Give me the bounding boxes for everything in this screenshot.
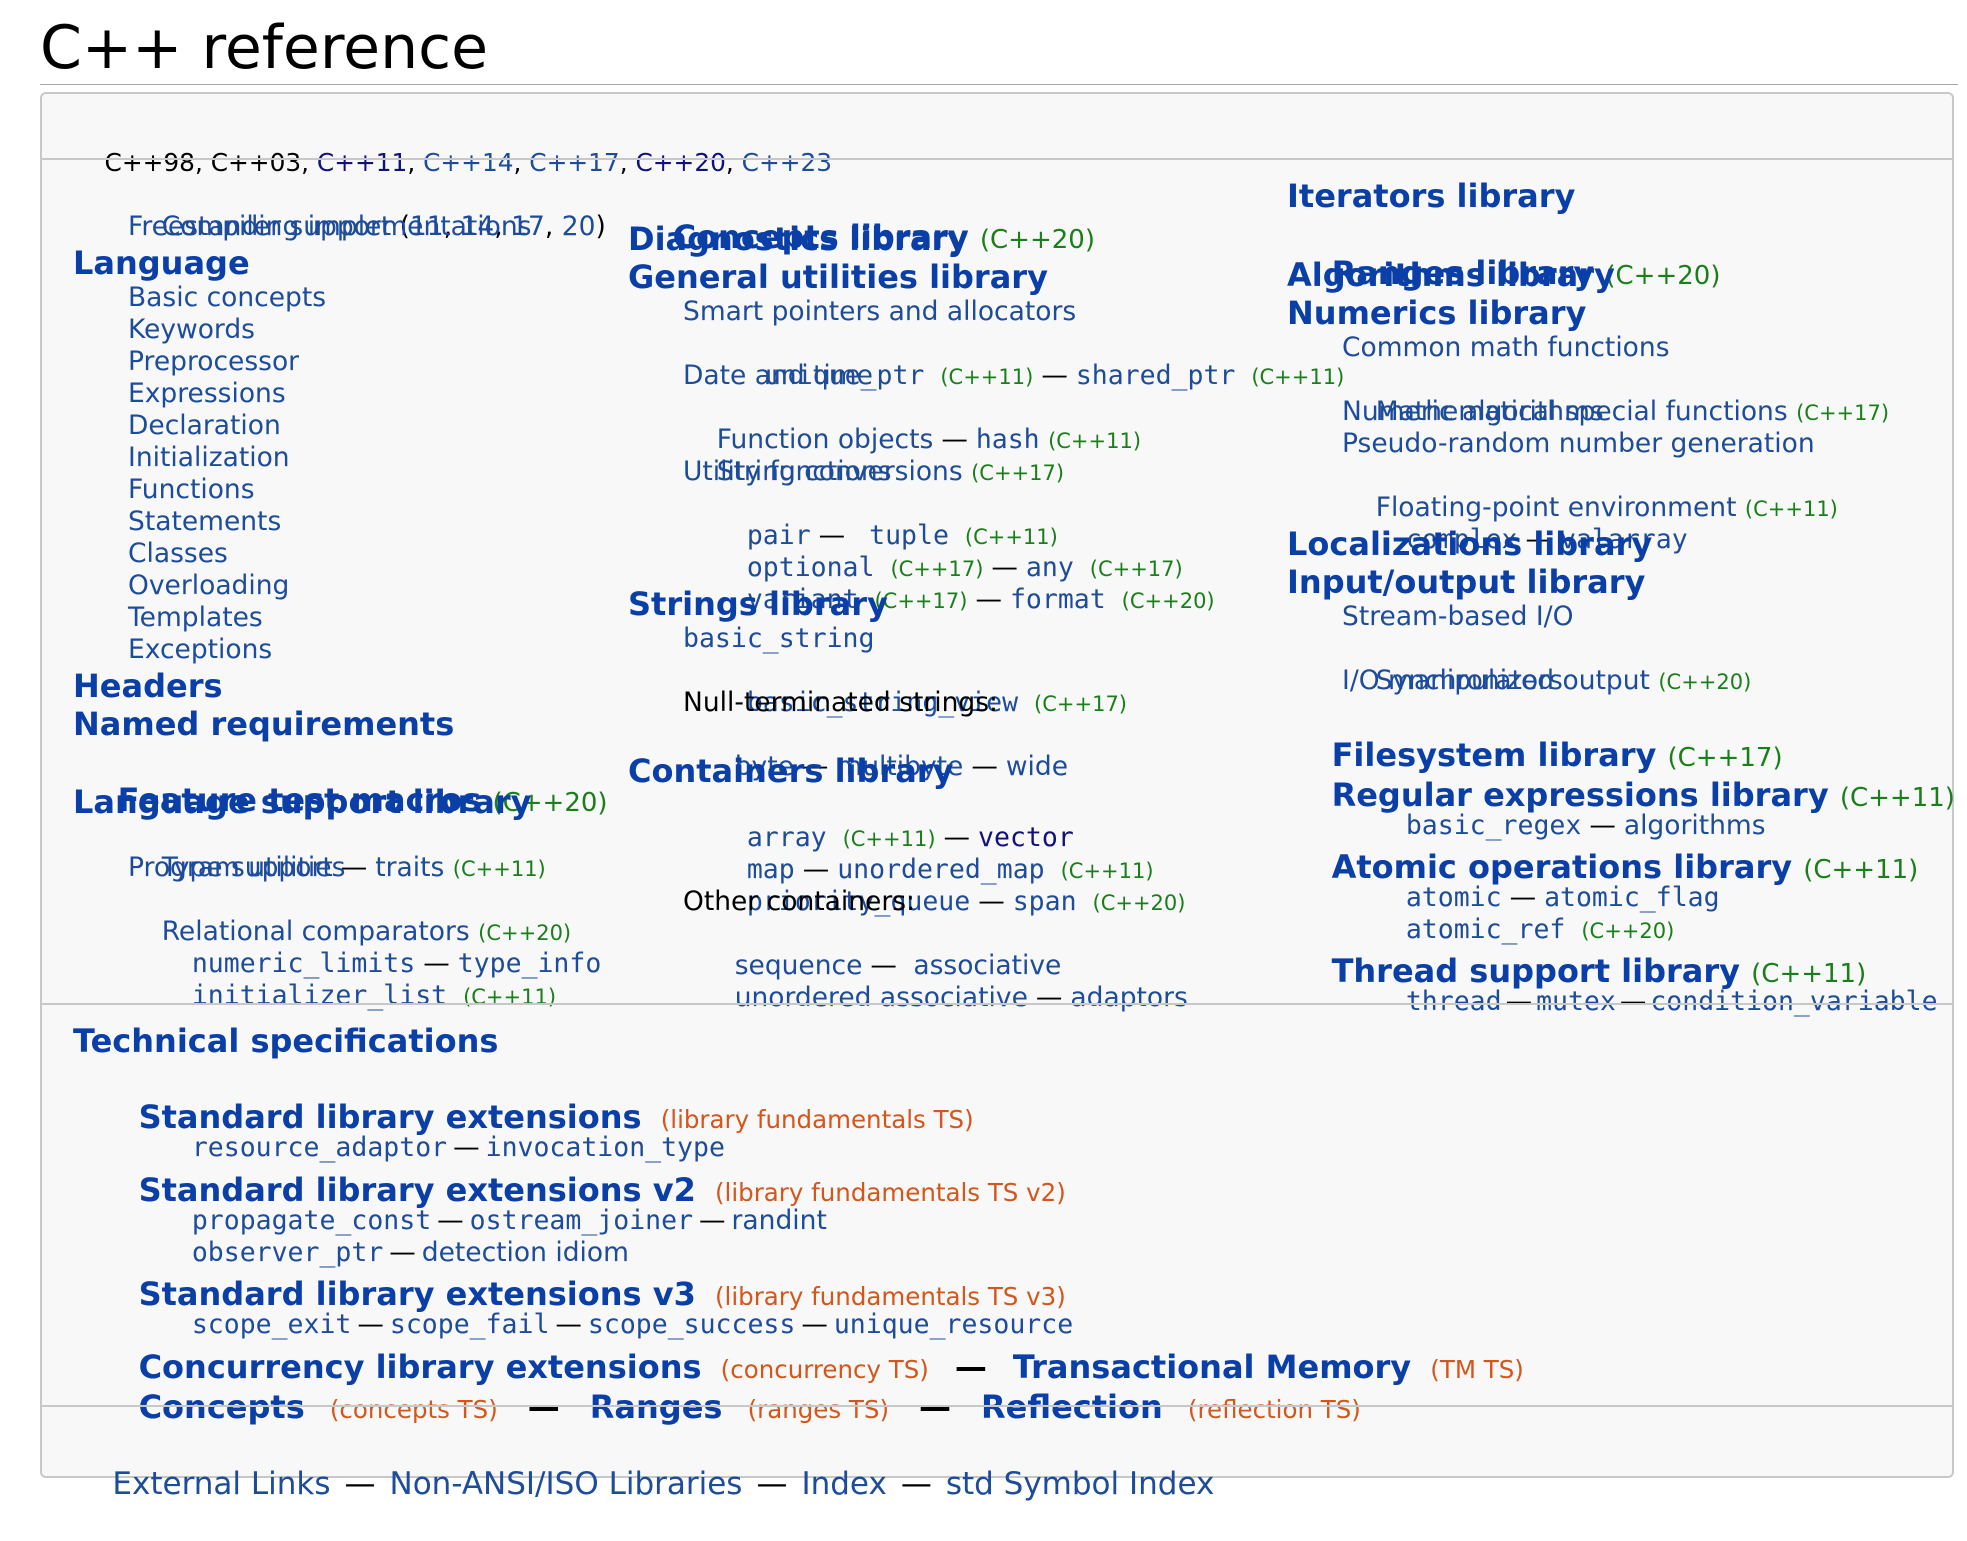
std-symbol-index-link[interactable]: std Symbol Index bbox=[946, 1466, 1215, 1502]
adaptors-link[interactable]: adaptors bbox=[1070, 982, 1187, 1013]
null-terminated-label: Null-terminated strings: bbox=[683, 687, 998, 718]
randint-link[interactable]: randint bbox=[732, 1205, 827, 1236]
concepts-ts-heading[interactable]: Concepts bbox=[139, 1388, 305, 1426]
thread-mutex-row: thread — mutex — condition_variable bbox=[1405, 986, 1938, 1017]
classes-link[interactable]: Classes bbox=[128, 538, 228, 570]
span-link[interactable]: span bbox=[1013, 886, 1077, 917]
non-ansi-libraries-link[interactable]: Non-ANSI/ISO Libraries bbox=[390, 1466, 743, 1502]
keywords-link[interactable]: Keywords bbox=[128, 314, 255, 346]
statements-link[interactable]: Statements bbox=[128, 506, 281, 538]
divider bbox=[42, 1405, 1952, 1407]
rev-cpp17[interactable]: C++17 bbox=[529, 148, 619, 177]
divider bbox=[42, 158, 1952, 160]
unordered-associative-link[interactable]: unordered associative bbox=[735, 982, 1028, 1013]
wide-link[interactable]: wide bbox=[1006, 751, 1068, 782]
divider bbox=[42, 1003, 1952, 1005]
initializer-list-link[interactable]: initializer_list bbox=[192, 980, 447, 1011]
format-link[interactable]: format bbox=[1010, 584, 1106, 615]
overloading-link[interactable]: Overloading bbox=[128, 570, 289, 602]
index-link[interactable]: Index bbox=[801, 1466, 886, 1502]
rev-cpp20[interactable]: C++20 bbox=[635, 148, 725, 177]
other-containers-label: Other containers: bbox=[683, 886, 915, 917]
general-utilities-heading[interactable]: General utilities library bbox=[628, 258, 1048, 296]
localizations-library-heading[interactable]: Localizations library bbox=[1287, 525, 1652, 563]
program-utilities-link[interactable]: Program utilities bbox=[128, 852, 345, 884]
reflection-ts-heading[interactable]: Reflection bbox=[981, 1388, 1163, 1426]
strings-library-heading[interactable]: Strings library bbox=[628, 585, 888, 623]
algorithms-library-heading[interactable]: Algorithms library bbox=[1287, 256, 1615, 294]
headers-heading[interactable]: Headers bbox=[73, 667, 223, 705]
diagnostics-library-heading[interactable]: Diagnostics library bbox=[628, 220, 968, 258]
utility-functions-link[interactable]: Utility functions bbox=[683, 456, 891, 488]
ranges-ts-heading[interactable]: Ranges bbox=[590, 1388, 723, 1426]
thread-link[interactable]: thread bbox=[1406, 986, 1502, 1017]
io-manipulators-link[interactable]: I/O manipulators bbox=[1342, 665, 1563, 697]
iterators-library-heading[interactable]: Iterators library bbox=[1287, 177, 1575, 215]
templates-link[interactable]: Templates bbox=[128, 602, 263, 634]
rev-cpp98[interactable]: C++98 bbox=[105, 148, 195, 177]
prng-link[interactable]: Pseudo-random number generation bbox=[1342, 428, 1815, 460]
numerics-library-heading[interactable]: Numerics library bbox=[1287, 294, 1586, 332]
footer-links: External Links — Non-ANSI/ISO Libraries — In… bbox=[112, 1466, 1215, 1502]
initialization-link[interactable]: Initialization bbox=[128, 442, 290, 474]
rev-cpp03[interactable]: C++03 bbox=[211, 148, 301, 177]
exceptions-link[interactable]: Exceptions bbox=[128, 634, 272, 666]
preprocessor-link[interactable]: Preprocessor bbox=[128, 346, 299, 378]
smart-pointers-link[interactable]: Smart pointers and allocators bbox=[683, 296, 1076, 328]
language-support-heading[interactable]: Language support library bbox=[73, 783, 532, 821]
declaration-link[interactable]: Declaration bbox=[128, 410, 281, 442]
technical-specifications-heading[interactable]: Technical specifications bbox=[73, 1022, 498, 1060]
io-library-heading[interactable]: Input/output library bbox=[1287, 563, 1645, 601]
page-title: C++ reference bbox=[40, 13, 489, 83]
mutex-link[interactable]: mutex bbox=[1536, 986, 1616, 1017]
shared-ptr-link[interactable]: shared_ptr bbox=[1076, 360, 1236, 391]
stream-io-link[interactable]: Stream-based I/O bbox=[1342, 601, 1573, 633]
basic-string-link[interactable]: basic_string bbox=[683, 623, 874, 655]
date-time-link[interactable]: Date and time bbox=[683, 360, 873, 392]
freestanding-link[interactable]: Freestanding implementations bbox=[128, 211, 531, 243]
basic-concepts-link[interactable]: Basic concepts bbox=[128, 282, 326, 314]
named-requirements-heading[interactable]: Named requirements bbox=[73, 705, 454, 743]
external-links-link[interactable]: External Links bbox=[112, 1466, 330, 1502]
expressions-link[interactable]: Expressions bbox=[128, 378, 286, 410]
common-math-link[interactable]: Common math functions bbox=[1342, 332, 1670, 364]
numeric-algorithms-link[interactable]: Numeric algorithms bbox=[1342, 396, 1604, 428]
rev-cpp11[interactable]: C++11 bbox=[317, 148, 407, 177]
functions-link[interactable]: Functions bbox=[128, 474, 255, 506]
containers-library-heading[interactable]: Containers library bbox=[628, 752, 953, 790]
rev-cpp23[interactable]: C++23 bbox=[742, 148, 832, 177]
traits-link[interactable]: traits bbox=[375, 852, 444, 883]
unordered-row: unordered associative — adaptors bbox=[734, 982, 1188, 1013]
title-underline bbox=[40, 84, 1958, 85]
compiler-support-20[interactable]: 20 bbox=[562, 211, 596, 242]
language-heading[interactable]: Language bbox=[73, 244, 250, 282]
rev-cpp14[interactable]: C++14 bbox=[423, 148, 513, 177]
condition-variable-link[interactable]: condition_variable bbox=[1650, 986, 1937, 1017]
